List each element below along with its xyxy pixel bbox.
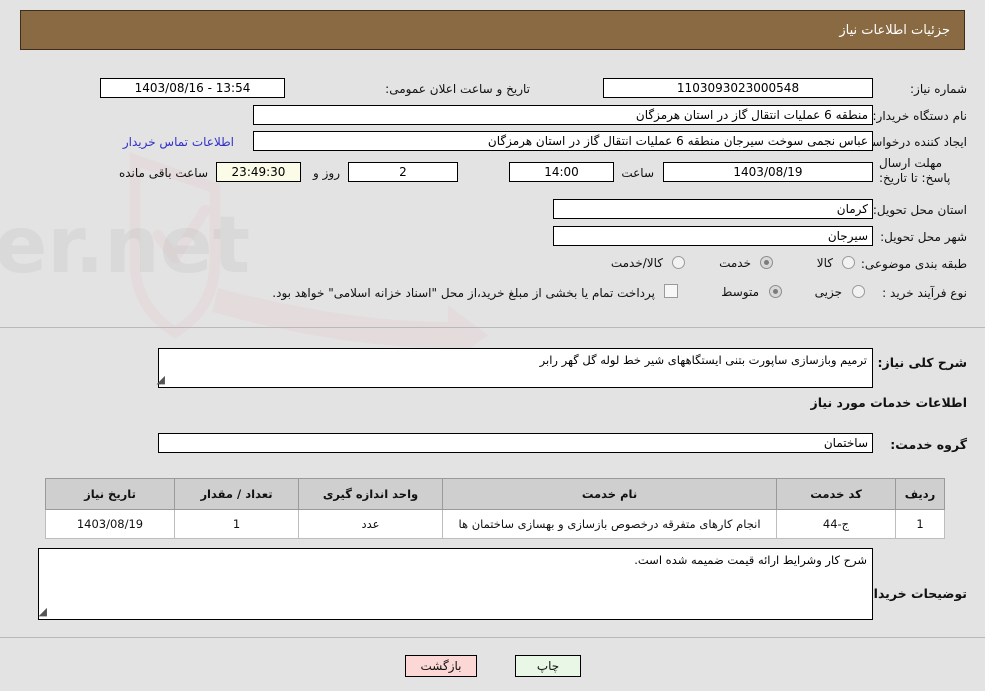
table-header-row: ردیف کد خدمت نام خدمت واحد اندازه گیری ت… <box>45 478 945 510</box>
days-and-label: روز و <box>313 166 340 180</box>
deadline-date: 1403/08/19 <box>663 162 873 182</box>
cell-code: ج-44 <box>776 509 896 539</box>
radio-process-motavasset-label: متوسط <box>721 285 759 299</box>
page-header: جزئیات اطلاعات نیاز <box>20 10 965 50</box>
process-label: نوع فرآیند خرید : <box>882 286 967 300</box>
service-section-title: اطلاعات خدمات مورد نیاز <box>810 395 968 410</box>
hour-label: ساعت <box>621 166 654 180</box>
radio-category-khedmat[interactable] <box>760 256 773 269</box>
radio-category-khedmat-label: خدمت <box>719 256 751 270</box>
radio-category-kala-khedmat-label: کالا/خدمت <box>610 256 663 270</box>
service-items-table: ردیف کد خدمت نام خدمت واحد اندازه گیری ت… <box>45 478 945 539</box>
province-value: کرمان <box>553 199 873 219</box>
summary-textarea[interactable]: ترمیم وبازسازی ساپورت بتنی ایستگاههای شی… <box>158 348 873 388</box>
buyer-org-value: منطقه 6 عملیات انتقال گاز در استان هرمزگ… <box>253 105 873 125</box>
cell-date: 1403/08/19 <box>45 509 175 539</box>
th-qty: تعداد / مقدار <box>174 478 299 510</box>
service-group-label: گروه خدمت: <box>890 437 967 452</box>
deadline-label: مهلت ارسال پاسخ: تا تاریخ: <box>879 156 951 185</box>
creator-value: عباس نجمی سوخت سیرجان منطقه 6 عملیات انت… <box>253 131 873 151</box>
city-label: شهر محل تحویل: <box>880 230 967 244</box>
print-button[interactable]: چاپ <box>515 655 581 677</box>
remaining-time: 23:49:30 <box>216 162 301 182</box>
treasury-checkbox[interactable] <box>664 284 678 298</box>
cell-name: انجام کارهای متفرقه درخصوص بازسازی و بهس… <box>442 509 777 539</box>
service-group-value: ساختمان <box>158 433 873 453</box>
th-code: کد خدمت <box>776 478 896 510</box>
buyer-org-label: نام دستگاه خریدار: <box>872 109 968 123</box>
remaining-days: 2 <box>348 162 458 182</box>
radio-process-jozi-label: جزیی <box>814 285 842 299</box>
th-row: ردیف <box>895 478 945 510</box>
radio-category-kala[interactable] <box>842 256 855 269</box>
radio-process-motavasset[interactable] <box>769 285 782 298</box>
treasury-note: پرداخت تمام یا بخشی از مبلغ خرید،از محل … <box>272 286 655 300</box>
cell-row: 1 <box>895 509 945 539</box>
need-number-label: شماره نیاز: <box>910 82 967 96</box>
radio-process-jozi[interactable] <box>852 285 865 298</box>
radio-category-kala-label: کالا <box>816 256 833 270</box>
table-row: 1 ج-44 انجام کارهای متفرقه درخصوص بازساز… <box>45 509 945 539</box>
divider-1 <box>0 327 985 328</box>
cell-qty: 1 <box>174 509 299 539</box>
cell-unit: عدد <box>298 509 443 539</box>
th-name: نام خدمت <box>442 478 777 510</box>
buyer-notes-textarea[interactable]: شرح کار وشرایط ارائه قیمت ضمیمه شده است. <box>38 548 873 620</box>
th-date: تاریخ نیاز <box>45 478 175 510</box>
remaining-suffix: ساعت باقی مانده <box>118 166 208 180</box>
summary-label: شرح کلی نیاز: <box>877 355 967 370</box>
city-value: سیرجان <box>553 226 873 246</box>
th-unit: واحد اندازه گیری <box>298 478 443 510</box>
back-button[interactable]: بازگشت <box>405 655 477 677</box>
announce-value: 13:54 - 1403/08/16 <box>100 78 285 98</box>
buyer-contact-link[interactable]: اطلاعات تماس خریدار <box>123 135 234 149</box>
deadline-time: 14:00 <box>509 162 614 182</box>
radio-category-kala-khedmat[interactable] <box>672 256 685 269</box>
need-number-value: 1103093023000548 <box>603 78 873 98</box>
page-content: شماره نیاز: 1103093023000548 تاریخ و ساع… <box>0 50 985 691</box>
creator-label: ایجاد کننده درخواست: <box>856 135 967 149</box>
announce-label: تاریخ و ساعت اعلان عمومی: <box>385 82 530 96</box>
province-label: استان محل تحویل: <box>872 203 967 217</box>
category-label: طبقه بندی موضوعی: <box>860 257 967 271</box>
page-title: جزئیات اطلاعات نیاز <box>839 22 950 38</box>
divider-2 <box>0 637 985 638</box>
buyer-notes-label: توضیحات خریدار: <box>861 586 967 601</box>
